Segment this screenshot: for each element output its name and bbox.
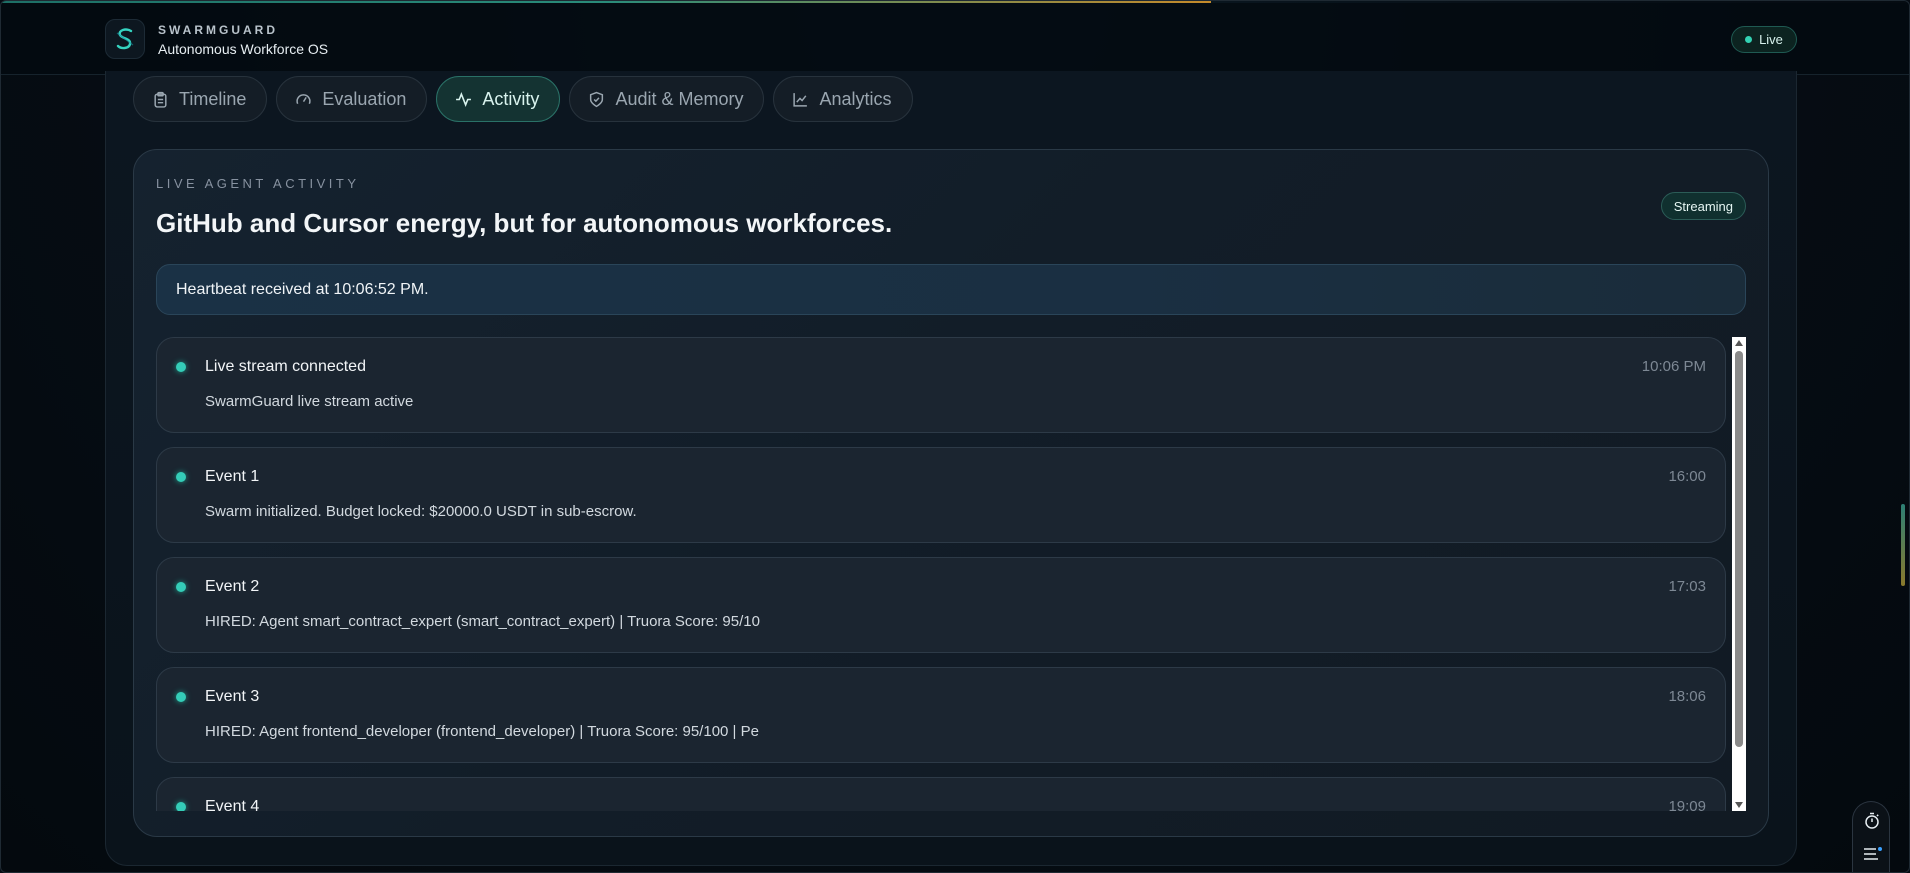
event-time: 19:09 xyxy=(1668,798,1706,811)
tab-audit-memory[interactable]: Audit & Memory xyxy=(569,76,765,122)
brand-subtitle: Autonomous Workforce OS xyxy=(158,41,329,57)
tab-bar: Timeline Evaluation Activity Audit & Mem… xyxy=(133,76,913,122)
list-item: Event 1 16:00 Swarm initialized. Budget … xyxy=(156,447,1726,543)
tab-label: Audit & Memory xyxy=(615,88,744,109)
event-title: Event 2 xyxy=(205,578,260,595)
event-description: SwarmGuard live stream active xyxy=(205,393,414,410)
live-activity-card: LIVE AGENT ACTIVITY GitHub and Cursor en… xyxy=(133,149,1769,837)
list-item: Event 4 19:09 xyxy=(156,777,1726,811)
event-time: 10:06 PM xyxy=(1641,358,1706,375)
streaming-badge: Streaming xyxy=(1660,192,1746,220)
top-header: SWARMGUARD Autonomous Workforce OS Live xyxy=(1,3,1909,75)
event-time: 17:03 xyxy=(1668,578,1706,595)
status-dot-icon xyxy=(176,802,186,811)
tab-label: Timeline xyxy=(179,88,247,109)
shield-s-logo-icon xyxy=(116,28,134,50)
main-panel: Timeline Evaluation Activity Audit & Mem… xyxy=(105,71,1797,866)
status-dot-icon xyxy=(176,692,186,702)
status-dot-icon xyxy=(176,582,186,592)
event-description: HIRED: Agent frontend_developer (fronten… xyxy=(205,723,759,740)
activity-icon xyxy=(456,91,472,107)
tab-label: Activity xyxy=(482,88,540,109)
chart-line-icon xyxy=(793,92,808,107)
shield-icon xyxy=(590,91,604,107)
list-menu-icon[interactable] xyxy=(1863,845,1883,868)
tab-timeline[interactable]: Timeline xyxy=(133,76,268,122)
activity-feed[interactable]: Live stream connected 10:06 PM SwarmGuar… xyxy=(156,337,1746,811)
section-eyebrow: LIVE AGENT ACTIVITY xyxy=(156,176,360,191)
live-status-badge: Live xyxy=(1731,26,1797,53)
tab-label: Analytics xyxy=(819,88,892,109)
app-window: SWARMGUARD Autonomous Workforce OS Live … xyxy=(0,0,1910,873)
tab-activity[interactable]: Activity xyxy=(436,76,561,122)
brand-logo[interactable] xyxy=(105,19,145,59)
live-label: Live xyxy=(1759,32,1783,47)
live-dot-icon xyxy=(1745,36,1753,43)
page-title: GitHub and Cursor energy, but for autono… xyxy=(156,208,893,238)
brand-name: SWARMGUARD xyxy=(158,23,278,37)
event-description: HIRED: Agent smart_contract_expert (smar… xyxy=(205,613,760,630)
heartbeat-banner: Heartbeat received at 10:06:52 PM. xyxy=(156,264,1746,315)
event-description: Swarm initialized. Budget locked: $20000… xyxy=(205,503,637,520)
event-title: Event 4 xyxy=(205,798,260,811)
list-item: Event 2 17:03 HIRED: Agent smart_contrac… xyxy=(156,557,1726,653)
feed-scrollbar[interactable] xyxy=(1732,337,1746,811)
event-time: 18:06 xyxy=(1668,688,1706,705)
list-item: Event 3 18:06 HIRED: Agent frontend_deve… xyxy=(156,667,1726,763)
page-scrollbar-thumb[interactable] xyxy=(1901,504,1905,586)
status-dot-icon xyxy=(176,362,186,372)
scroll-up-icon[interactable] xyxy=(1735,340,1743,346)
tab-evaluation[interactable]: Evaluation xyxy=(276,76,428,122)
scrollbar-thumb[interactable] xyxy=(1735,351,1743,747)
floating-dock xyxy=(1852,801,1890,872)
event-title: Live stream connected xyxy=(205,358,366,375)
clipboard-icon xyxy=(154,91,167,108)
gauge-icon xyxy=(296,93,311,104)
stopwatch-icon[interactable] xyxy=(1863,812,1881,835)
event-time: 16:00 xyxy=(1668,468,1706,485)
scroll-down-icon[interactable] xyxy=(1735,802,1743,808)
list-item: Live stream connected 10:06 PM SwarmGuar… xyxy=(156,337,1726,433)
tab-analytics[interactable]: Analytics xyxy=(773,76,913,122)
status-dot-icon xyxy=(176,472,186,482)
event-title: Event 3 xyxy=(205,688,260,705)
tab-label: Evaluation xyxy=(322,88,407,109)
event-title: Event 1 xyxy=(205,468,260,485)
